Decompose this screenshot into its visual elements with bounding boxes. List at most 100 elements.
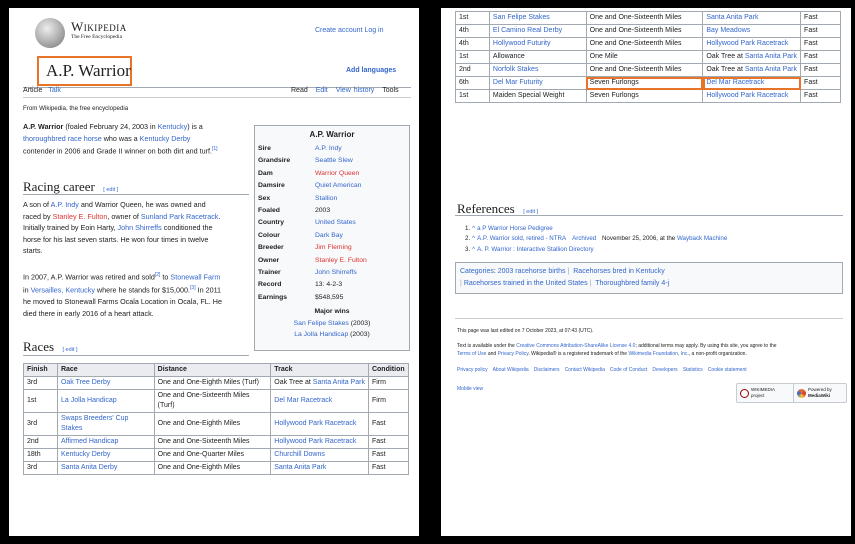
wikimedia-project-badge[interactable]: WIKIMEDIA project: [736, 383, 796, 403]
infobox-label: Foaled: [258, 207, 280, 214]
track-link[interactable]: Santa Anita Park: [274, 464, 326, 471]
category-link[interactable]: Racehorses bred in Kentucky: [573, 268, 664, 275]
stanley-fulton-link[interactable]: Stanley E. Fulton: [53, 212, 108, 221]
distance-cell: One and One-Eighth Miles: [153, 412, 272, 436]
create-account-link[interactable]: Create account: [315, 27, 362, 34]
track-link[interactable]: Del Mar Racetrack: [706, 79, 764, 86]
infobox-value[interactable]: United States: [315, 219, 356, 226]
infobox-label: Sire: [258, 145, 271, 152]
terms-link[interactable]: Terms of Use: [457, 351, 486, 357]
race-name[interactable]: Santa Anita Derby: [61, 464, 117, 471]
category-link[interactable]: 2003 racehorse births: [498, 268, 566, 275]
edit-section-link[interactable]: [ edit ]: [103, 187, 118, 193]
race-name[interactable]: Hollywood Futurity: [493, 40, 551, 47]
track-link[interactable]: Bay Meadows: [706, 27, 750, 34]
reference-link[interactable]: A.P. Warrior sold, retired - NTRA: [477, 235, 566, 242]
kentucky-link[interactable]: Kentucky: [158, 122, 188, 131]
footer-link[interactable]: Contact Wikipedia: [565, 367, 605, 373]
condition-cell: Fast: [367, 435, 410, 449]
track-cell: Churchill Downs: [270, 448, 369, 462]
category-link[interactable]: Thoroughbred family 4-j: [595, 280, 669, 287]
race-name[interactable]: Swaps Breeders' Cup Stakes: [61, 415, 128, 432]
race-name[interactable]: Del Mar Futurity: [493, 79, 543, 86]
infobox-value[interactable]: Jim Fleming: [315, 244, 352, 251]
infobox-label: Country: [258, 219, 285, 227]
infobox-value[interactable]: Seattle Slew: [315, 157, 353, 164]
infobox-value[interactable]: Stanley E. Fulton: [315, 257, 367, 264]
ref-1-link[interactable]: [1]: [212, 146, 218, 152]
wikipedia-wordmark[interactable]: Wikipedia: [71, 19, 127, 35]
privacy-policy-link[interactable]: Privacy Policy: [498, 351, 529, 357]
reference-backlink[interactable]: ^: [472, 235, 475, 242]
infobox-value[interactable]: Warrior Queen: [315, 170, 359, 177]
tab-view-history[interactable]: View history: [336, 87, 375, 94]
tab-tools[interactable]: Tools: [382, 87, 398, 94]
tab-article[interactable]: Article: [23, 87, 42, 94]
race-name[interactable]: Norfolk Stakes: [493, 66, 539, 73]
powered-by-mediawiki-badge[interactable]: Powered by MediaWiki: [793, 383, 847, 403]
race-name[interactable]: La Jolla Handicap: [61, 397, 117, 404]
log-in-link[interactable]: Log in: [364, 27, 383, 34]
reference-backlink[interactable]: ^: [472, 225, 475, 232]
track-link[interactable]: Hollywood Park Racetrack: [274, 420, 356, 427]
footer-link[interactable]: Cookie statement: [708, 367, 747, 373]
race-name: Maiden Special Weight: [492, 92, 565, 99]
track-link[interactable]: Santa Anita Park: [745, 53, 797, 60]
track-link[interactable]: Hollywood Park Racetrack: [274, 438, 356, 445]
footer-link[interactable]: About Wikipedia: [493, 367, 529, 373]
track-link[interactable]: Hollywood Park Racetrack: [706, 92, 788, 99]
wikipedia-globe-icon[interactable]: [35, 18, 65, 48]
race-name[interactable]: Affirmed Handicap: [61, 438, 118, 445]
track-link[interactable]: Santa Anita Park: [313, 379, 365, 386]
la-jolla-link[interactable]: La Jolla Handicap: [294, 331, 348, 338]
infobox-value[interactable]: Stallion: [315, 195, 337, 202]
edit-section-link[interactable]: [ edit ]: [63, 347, 78, 353]
tab-talk[interactable]: Talk: [48, 87, 60, 94]
wikimedia-foundation-link[interactable]: Wikimedia Foundation, Inc.: [628, 351, 688, 357]
kentucky-derby-link[interactable]: Kentucky Derby: [140, 134, 191, 143]
track-link[interactable]: Del Mar Racetrack: [274, 397, 332, 404]
track-link[interactable]: Santa Anita Park: [706, 14, 758, 21]
add-languages-button[interactable]: Add languages: [346, 67, 396, 74]
track-link[interactable]: Santa Anita Park: [745, 66, 797, 73]
footer-link[interactable]: Statistics: [683, 367, 703, 373]
distance-cell: One and One-Quarter Miles: [153, 448, 272, 462]
stonewall-farm-link[interactable]: Stonewall Farm: [170, 272, 220, 281]
infobox-value[interactable]: A.P. Indy: [315, 145, 342, 152]
categories-label[interactable]: Categories: [460, 268, 494, 275]
thoroughbred-link[interactable]: thoroughbred race horse: [23, 134, 102, 143]
reference-backlink[interactable]: ^: [472, 246, 475, 253]
infobox-value[interactable]: Dark Bay: [315, 232, 343, 239]
tab-read[interactable]: Read: [291, 87, 308, 94]
track-cell: Del Mar Racetrack: [270, 389, 369, 413]
versailles-link[interactable]: Versailles, Kentucky: [31, 285, 95, 294]
race-name[interactable]: Oak Tree Derby: [61, 379, 110, 386]
footer-link[interactable]: Code of Conduct: [610, 367, 648, 373]
track-link[interactable]: Churchill Downs: [274, 451, 325, 458]
sunland-park-link[interactable]: Sunland Park Racetrack: [141, 212, 219, 221]
career-text: in: [23, 285, 31, 295]
john-shirreffs-link[interactable]: John Shirreffs: [118, 223, 162, 232]
san-felipe-link[interactable]: San Felipe Stakes: [294, 320, 349, 327]
reference-link[interactable]: A. P. Warrior : Interactive Stallion Dir…: [477, 246, 594, 253]
footer-link[interactable]: Disclaimers: [534, 367, 560, 373]
race-name[interactable]: San Felipe Stakes: [493, 14, 550, 21]
infobox-value[interactable]: John Shirreffs: [315, 269, 357, 276]
tab-edit[interactable]: Edit: [316, 87, 328, 94]
ap-indy-link[interactable]: A.P. Indy: [51, 200, 79, 209]
footer-link[interactable]: Developers: [652, 367, 677, 373]
race-name[interactable]: El Camino Real Derby: [493, 27, 562, 34]
footer-link[interactable]: Privacy policy: [457, 367, 488, 373]
track-link[interactable]: Hollywood Park Racetrack: [706, 40, 788, 47]
archived-link[interactable]: Archived: [572, 235, 596, 242]
mobile-view-link[interactable]: Mobile view: [457, 386, 483, 392]
wayback-machine-link[interactable]: Wayback Machine: [677, 235, 727, 242]
race-name[interactable]: Kentucky Derby: [61, 451, 110, 458]
infobox-value[interactable]: Quiet American: [315, 182, 361, 189]
condition-cell: Fast: [367, 448, 410, 462]
category-link[interactable]: Racehorses trained in the United States: [464, 280, 588, 287]
reference-text: November 25, 2006, at the: [600, 235, 677, 243]
reference-link[interactable]: a P Warrior Horse Pedigree: [477, 225, 553, 232]
reference-item: 2. ^ A.P. Warrior sold, retired - NTRA Arch…: [465, 234, 727, 244]
cc-license-link[interactable]: Creative Commons Attribution-ShareAlike …: [516, 343, 635, 349]
